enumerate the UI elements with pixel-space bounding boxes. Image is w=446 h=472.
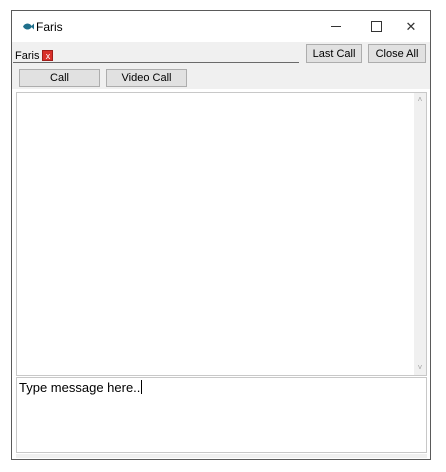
chat-scrollbar[interactable]: ˄ ˅	[414, 93, 426, 375]
message-input[interactable]: Type message here..	[16, 377, 427, 453]
close-all-button[interactable]: Close All	[368, 44, 426, 63]
close-icon: ✕	[405, 18, 417, 34]
tab-label: Faris	[15, 49, 40, 62]
chat-window: Faris ✕ Faris x Last Call Close All Call…	[11, 10, 431, 460]
title-bar: Faris ✕	[12, 11, 430, 42]
message-text: Type message here..	[19, 380, 141, 395]
chat-history[interactable]: ˄ ˅	[16, 92, 427, 376]
tab-underline	[13, 62, 299, 63]
last-call-button[interactable]: Last Call	[306, 44, 362, 63]
minimize-button[interactable]	[315, 11, 357, 42]
window-title: Faris	[36, 20, 63, 34]
close-window-button[interactable]: ✕	[390, 11, 432, 42]
tab-close-icon[interactable]: x	[42, 50, 54, 61]
tab-faris[interactable]: Faris x	[15, 48, 54, 63]
fish-icon	[23, 23, 34, 30]
call-button[interactable]: Call	[19, 69, 100, 87]
scroll-down-icon[interactable]: ˅	[416, 364, 424, 372]
video-call-button[interactable]: Video Call	[106, 69, 187, 87]
maximize-icon	[370, 21, 382, 32]
text-caret	[141, 380, 143, 394]
bottom-strip	[16, 454, 427, 458]
minimize-icon	[331, 26, 341, 27]
scroll-up-icon[interactable]: ˄	[416, 96, 424, 104]
